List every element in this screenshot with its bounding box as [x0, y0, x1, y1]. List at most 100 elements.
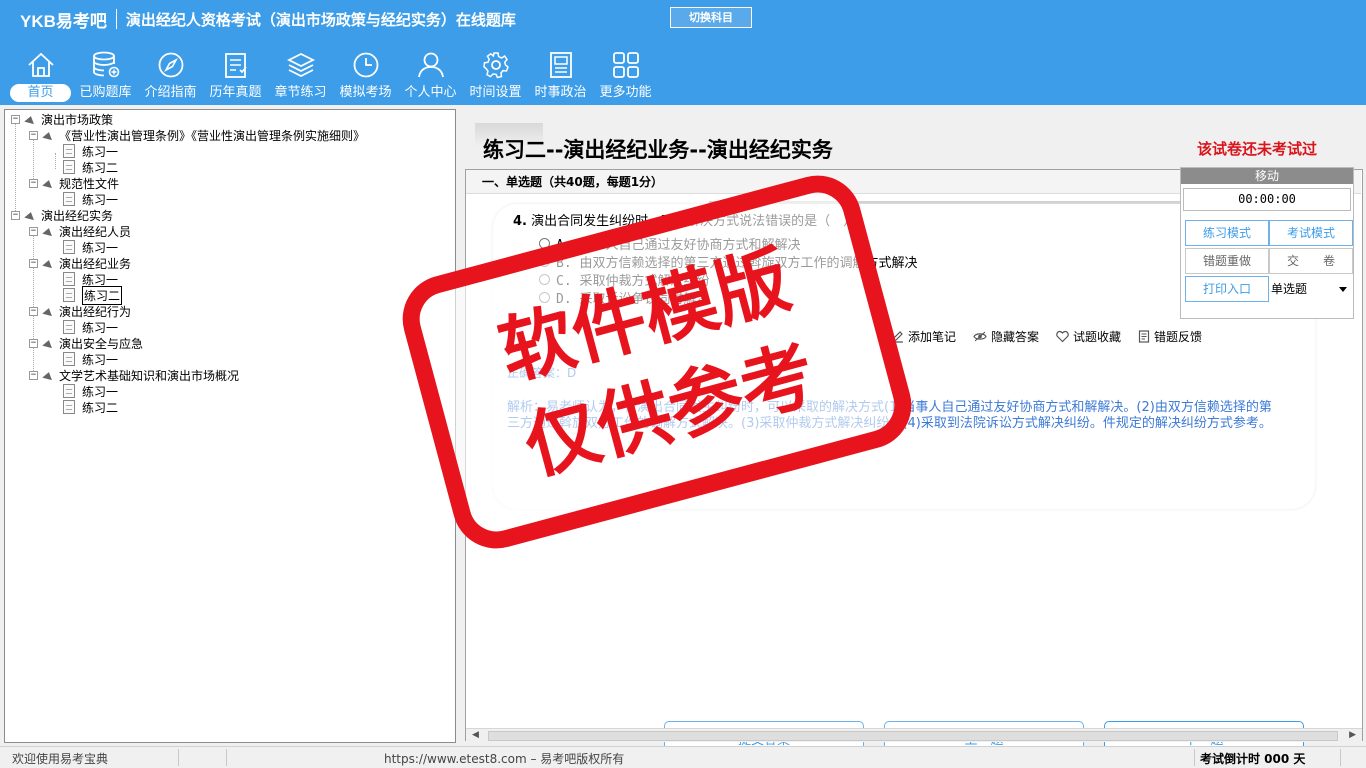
option-label: B. 由双方信赖选择的第三方通过斡旋双方工作的调解方式解决 [556, 256, 918, 271]
nav-mock-exam[interactable]: 模拟考场 [333, 46, 398, 104]
hand-in-button[interactable]: 交 卷 [1269, 248, 1353, 274]
nav-past-papers[interactable]: 历年真题 [203, 46, 268, 104]
nav-time-settings[interactable]: 时间设置 [463, 46, 528, 104]
user-icon [417, 52, 444, 78]
document-icon [63, 144, 75, 158]
tree-label: 练习二 [82, 400, 119, 415]
question-stem: 4. 演出合同发生纠纷时，下列解决方式说法错误的是（ ）。 [513, 210, 863, 229]
option-b[interactable]: B. 由双方信赖选择的第三方通过斡旋双方工作的调解方式解决 [539, 252, 917, 271]
collapse-icon[interactable]: − [29, 226, 38, 236]
question-type-select[interactable]: 单选题 [1269, 276, 1351, 302]
nav-current-affairs[interactable]: 时事政治 [528, 46, 593, 104]
document-pin-icon [63, 288, 75, 302]
tree-node-normative-docs[interactable]: − 规范性文件 [29, 175, 119, 191]
panel-move-handle[interactable]: 移动 [1181, 168, 1353, 184]
feedback-icon [1138, 330, 1150, 343]
nav-guide[interactable]: 介绍指南 [138, 46, 203, 104]
tree-leaf[interactable]: 练习一 [63, 319, 118, 335]
tree-node-agent-business[interactable]: − 演出经纪业务 [29, 255, 131, 271]
add-note-button[interactable]: 添加笔记 [891, 328, 956, 345]
status-divider [1340, 749, 1341, 766]
document-icon [63, 352, 75, 366]
nav-label: 个人中心 [404, 85, 457, 100]
tree-label: 演出市场政策 [41, 112, 114, 127]
radio-icon[interactable] [539, 256, 550, 267]
switch-subject-button[interactable]: 切换科目 [670, 7, 752, 28]
grid-icon [612, 52, 639, 78]
nav-label: 首页 [10, 84, 71, 102]
tree-node-literature-arts[interactable]: − 文学艺术基础知识和演出市场概况 [29, 367, 239, 383]
exam-tool-panel: 移动 00:00:00 练习模式 考试模式 错题重做 交 卷 打印入口 单选题 [1180, 167, 1354, 319]
tree-node-safety[interactable]: − 演出安全与应急 [29, 335, 143, 351]
tree-leaf[interactable]: 练习一 [63, 143, 118, 159]
nav-chapter[interactable]: 章节练习 [268, 46, 333, 104]
folder-triangle-icon [42, 258, 54, 268]
app-title: 演出经纪人资格考试（演出市场政策与经纪实务）在线题库 [125, 10, 516, 29]
nav-purchased[interactable]: 已购题库 [73, 46, 138, 104]
tree-leaf-selected[interactable]: 练习二 [63, 285, 123, 305]
radio-icon[interactable] [539, 292, 550, 303]
tree-label: 练习一 [82, 192, 119, 207]
paper-title: 练习二--演出经纪业务--演出经纪实务 [483, 138, 833, 162]
folder-triangle-icon [42, 338, 54, 348]
option-d[interactable]: D. 采取诉讼争议同时解决 [539, 288, 709, 307]
redo-wrong-button[interactable]: 错题重做 [1185, 248, 1269, 274]
nav-label: 更多功能 [599, 85, 652, 100]
status-bar: 欢迎使用易考宝典 https://www.etest8.com – 易考吧版权所… [0, 746, 1366, 768]
status-divider [1194, 749, 1195, 766]
clock-icon [353, 52, 378, 78]
nav-more[interactable]: 更多功能 [593, 46, 658, 104]
tree-label: 演出经纪实务 [41, 208, 114, 223]
scrollbar-thumb[interactable] [488, 731, 1338, 741]
question-number: 4. [513, 214, 527, 229]
tree-leaf[interactable]: 练习一 [63, 351, 118, 367]
tree-leaf[interactable]: 练习一 [63, 191, 118, 207]
status-divider [178, 749, 179, 766]
collapse-icon[interactable]: − [29, 306, 38, 316]
tree-node-agent-practice[interactable]: − 演出经纪实务 [11, 207, 113, 223]
tree-leaf[interactable]: 练习二 [63, 399, 118, 415]
eye-icon [973, 331, 987, 342]
tree-leaf[interactable]: 练习一 [63, 383, 118, 399]
radio-icon[interactable] [539, 238, 550, 249]
answer-explanation: 解析：易老师认为，在演出合同发生纠纷时，可以采取的解决方式(1)当事人自己通过友… [507, 400, 1272, 431]
tree-leaf[interactable]: 练习二 [63, 159, 118, 175]
exam-mode-button[interactable]: 考试模式 [1269, 220, 1353, 246]
collapse-icon[interactable]: − [29, 338, 38, 348]
document-icon [63, 400, 75, 414]
nav-profile[interactable]: 个人中心 [398, 46, 463, 104]
horizontal-scrollbar[interactable]: ◀ ▶ [466, 728, 1362, 742]
option-label: D. 采取诉讼争议同时解决 [556, 292, 710, 307]
collapse-icon[interactable]: − [29, 178, 38, 188]
chapter-tree: − 演出市场政策 − 《营业性演出管理条例》《营业性演出管理条例实施细则》 练习一 … [4, 109, 456, 743]
option-c[interactable]: C. 采取仲裁方式解决纠纷 [539, 270, 709, 289]
print-button[interactable]: 打印入口 [1185, 276, 1269, 302]
app-header: YKB易考吧 演出经纪人资格考试（演出市场政策与经纪实务）在线题库 切换科目 首… [0, 0, 1366, 105]
document-icon [63, 192, 75, 206]
nav-home[interactable]: 首页 [8, 46, 73, 104]
chevron-down-icon [1339, 287, 1347, 292]
action-label: 添加笔记 [908, 330, 957, 344]
folder-triangle-icon [24, 114, 36, 124]
error-feedback-button[interactable]: 错题反馈 [1138, 328, 1202, 345]
paper-status: 该试卷还未考试过 [1197, 140, 1318, 158]
collapse-icon[interactable]: − [29, 370, 38, 380]
scroll-right-icon[interactable]: ▶ [1349, 730, 1356, 740]
collapse-icon[interactable]: − [29, 258, 38, 268]
question-actions: 添加笔记 隐藏答案 试题收藏 错题反馈 [891, 328, 1219, 345]
option-a[interactable]: A. 当事人自己通过友好协商方式和解解决 [539, 234, 800, 253]
tree-node-regulations[interactable]: − 《营业性演出管理条例》《营业性演出管理条例实施细则》 [29, 127, 365, 143]
option-label: A. 当事人自己通过友好协商方式和解解决 [556, 238, 801, 253]
tree-leaf[interactable]: 练习一 [63, 239, 118, 255]
collapse-icon[interactable]: − [11, 210, 20, 220]
collapse-icon[interactable]: − [29, 130, 38, 140]
scroll-left-icon[interactable]: ◀ [472, 730, 479, 740]
hide-answer-button[interactable]: 隐藏答案 [973, 328, 1039, 345]
radio-icon[interactable] [539, 274, 550, 285]
tree-node-agent-behavior[interactable]: − 演出经纪行为 [29, 303, 131, 319]
favorite-button[interactable]: 试题收藏 [1056, 328, 1121, 345]
practice-mode-button[interactable]: 练习模式 [1185, 220, 1269, 246]
tree-node-market-policy[interactable]: − 演出市场政策 [11, 111, 113, 127]
tree-node-agent-personnel[interactable]: − 演出经纪人员 [29, 223, 131, 239]
collapse-icon[interactable]: − [11, 114, 20, 124]
